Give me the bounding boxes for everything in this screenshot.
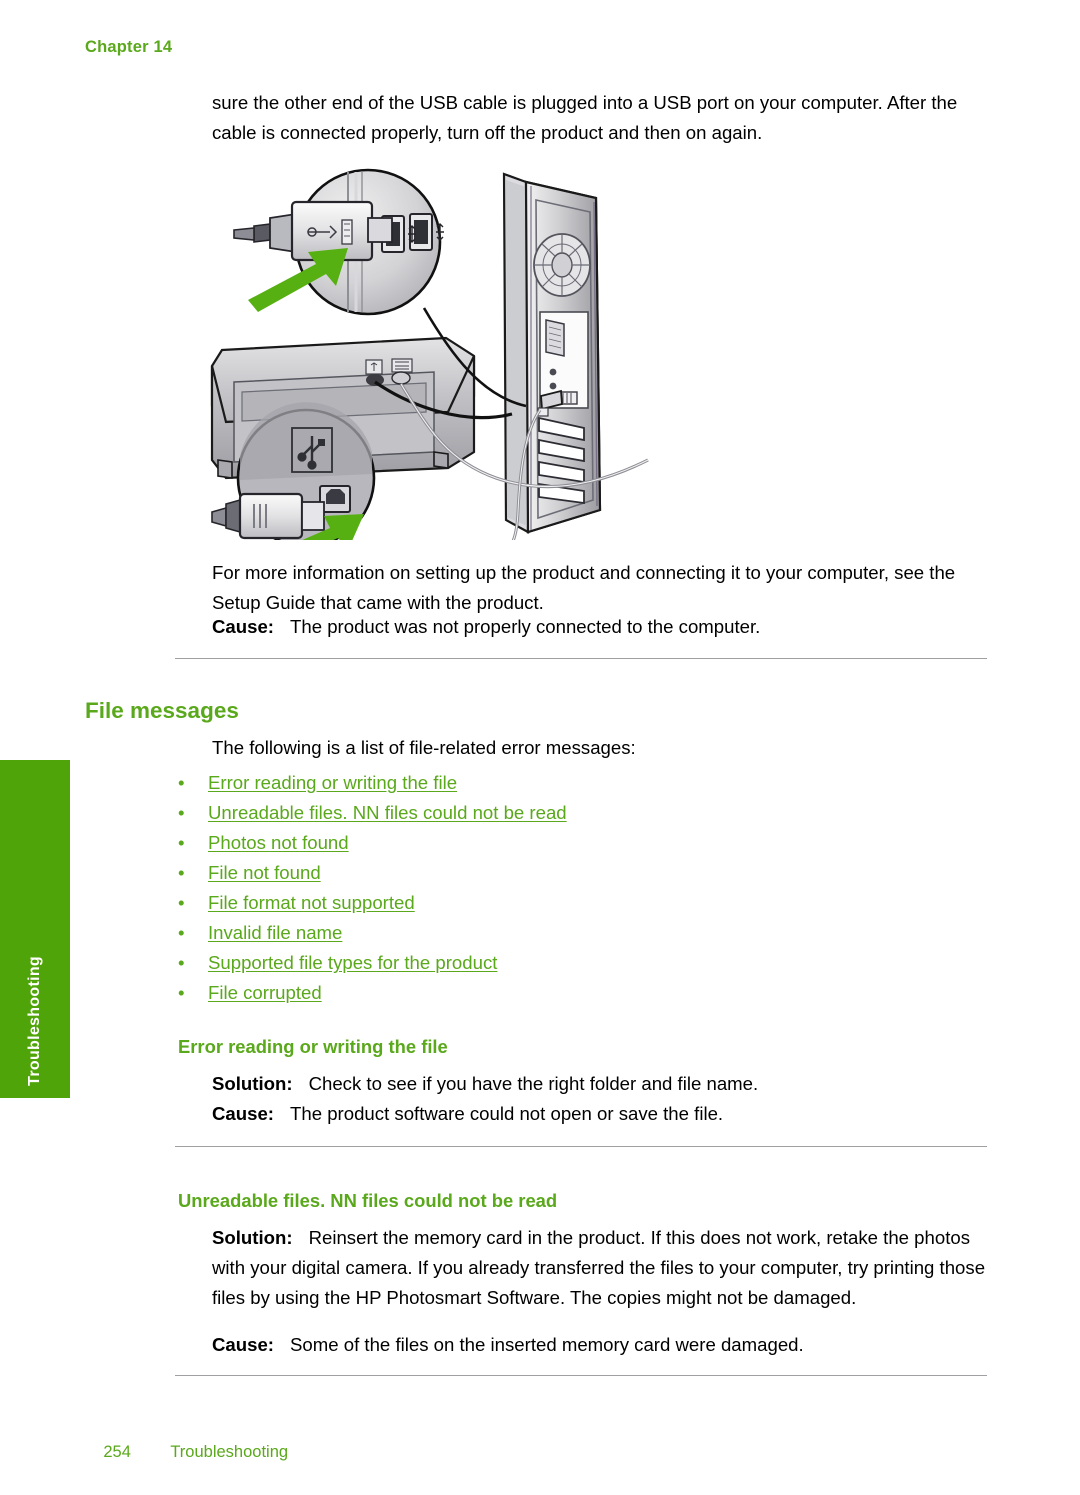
link-file-not-found[interactable]: File not found xyxy=(208,858,321,888)
list-item[interactable]: • File corrupted xyxy=(178,978,938,1008)
section-1-solution-block: Solution: Check to see if you have the ri… xyxy=(212,1069,1002,1099)
side-tab-label: Troubleshooting xyxy=(26,956,43,1086)
section-divider-2 xyxy=(175,1146,987,1147)
bullet-icon: • xyxy=(178,922,185,943)
file-messages-intro: The following is a list of file-related … xyxy=(212,737,636,758)
bullet-icon: • xyxy=(178,892,185,913)
list-item[interactable]: • Invalid file name xyxy=(178,918,938,948)
section-divider-1 xyxy=(175,658,987,659)
link-invalid-file-name[interactable]: Invalid file name xyxy=(208,918,342,948)
intro-paragraph-block: sure the other end of the USB cable is p… xyxy=(212,88,982,148)
file-messages-heading: File messages xyxy=(85,698,239,723)
bullet-icon: • xyxy=(178,952,185,973)
solution-text: Check to see if you have the right folde… xyxy=(308,1073,759,1094)
after-figure-cause-block: Cause: The product was not properly conne… xyxy=(212,612,1002,642)
list-item[interactable]: • Error reading or writing the file xyxy=(178,768,938,798)
cause-text: Some of the files on the inserted memory… xyxy=(290,1334,804,1355)
after-figure-paragraph-block: For more information on setting up the p… xyxy=(212,558,1002,618)
bullet-icon: • xyxy=(178,982,185,1003)
solution-label: Solution: xyxy=(212,1227,293,1248)
section-heading-error-reading-or-writing-the-file: Error reading or writing the file xyxy=(178,1036,448,1057)
computer-usb-port-detail xyxy=(233,168,444,316)
link-error-reading-or-writing-the-file[interactable]: Error reading or writing the file xyxy=(208,768,457,798)
usb-connection-figure xyxy=(196,160,666,540)
section-2-solution-block: Solution: Reinsert the memory card in the… xyxy=(212,1223,994,1313)
section-1-cause-block: Cause: The product software could not ope… xyxy=(212,1099,1002,1129)
list-item[interactable]: • File format not supported xyxy=(178,888,938,918)
list-item[interactable]: • File not found xyxy=(178,858,938,888)
section-heading-unreadable-files: Unreadable files. NN files could not be … xyxy=(178,1190,558,1211)
computer-tower-illustration xyxy=(502,172,602,534)
link-file-corrupted[interactable]: File corrupted xyxy=(208,978,322,1008)
chapter-header: Chapter 14 xyxy=(85,38,173,56)
footer-page-number: 254 xyxy=(103,1443,131,1461)
after-figure-paragraph: For more information on setting up the p… xyxy=(212,562,956,613)
intro-paragraph: sure the other end of the USB cable is p… xyxy=(212,92,958,143)
usb-a-plug xyxy=(233,200,393,262)
file-messages-intro-block: The following is a list of file-related … xyxy=(212,733,1002,763)
link-unreadable-files[interactable]: Unreadable files. NN files could not be … xyxy=(208,798,567,828)
solution-text: Reinsert the memory card in the product.… xyxy=(212,1227,986,1308)
link-supported-file-types-for-the-product[interactable]: Supported file types for the product xyxy=(208,948,497,978)
section-2-cause-block: Cause: Some of the files on the inserted … xyxy=(212,1330,1002,1360)
link-file-format-not-supported[interactable]: File format not supported xyxy=(208,888,415,918)
list-item[interactable]: • Photos not found xyxy=(178,828,938,858)
list-item[interactable]: • Supported file types for the product xyxy=(178,948,938,978)
bullet-icon: • xyxy=(178,862,185,883)
bullet-icon: • xyxy=(178,802,185,823)
cause-label: Cause: xyxy=(212,1334,275,1355)
cause-label: Cause: xyxy=(212,616,275,637)
tower-fan-grille xyxy=(533,233,591,297)
list-item[interactable]: • Unreadable files. NN files could not b… xyxy=(178,798,938,828)
solution-label: Solution: xyxy=(212,1073,293,1094)
document-page: Chapter 14 Troubleshooting sure the othe… xyxy=(0,0,1080,1495)
cause-label: Cause: xyxy=(212,1103,275,1124)
section-divider-3 xyxy=(175,1375,987,1376)
page-footer: 254 Troubleshooting xyxy=(85,1424,288,1481)
footer-section-label: Troubleshooting xyxy=(170,1443,289,1461)
cause-text: The product software could not open or s… xyxy=(290,1103,724,1124)
bullet-icon: • xyxy=(178,772,185,793)
side-tab-troubleshooting: Troubleshooting xyxy=(0,760,70,1098)
file-messages-link-list: • Error reading or writing the file • Un… xyxy=(178,768,938,1008)
cause-text: The product was not properly connected t… xyxy=(290,616,761,637)
bullet-icon: • xyxy=(178,832,185,853)
link-photos-not-found[interactable]: Photos not found xyxy=(208,828,349,858)
